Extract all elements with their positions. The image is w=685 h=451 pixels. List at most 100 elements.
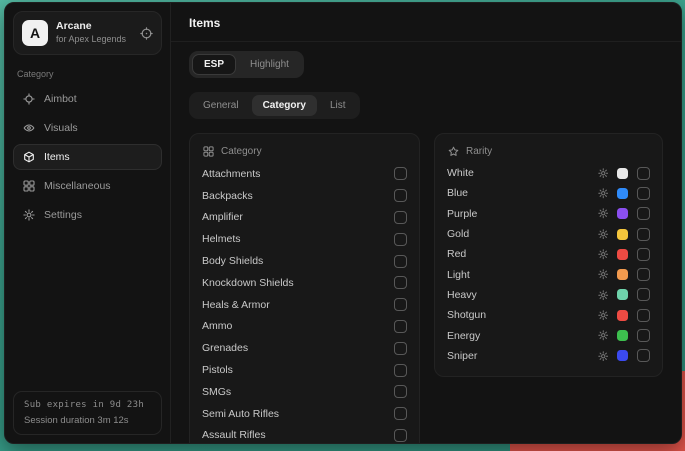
category-item-label: Heals & Armor: [202, 299, 270, 311]
gear-icon[interactable]: [598, 229, 609, 240]
checkbox-backpacks[interactable]: [394, 189, 407, 202]
checkbox-light[interactable]: [637, 268, 650, 281]
category-item-label: SMGs: [202, 386, 231, 398]
tab-list[interactable]: List: [319, 95, 357, 116]
color-swatch-energy[interactable]: [617, 330, 628, 341]
checkbox-grenades[interactable]: [394, 342, 407, 355]
gear-icon[interactable]: [598, 290, 609, 301]
color-swatch-heavy[interactable]: [617, 289, 628, 300]
category-row-attachments: Attachments: [202, 163, 407, 185]
category-item-label: Assault Rifles: [202, 429, 266, 441]
color-swatch-purple[interactable]: [617, 208, 628, 219]
checkbox-white[interactable]: [637, 167, 650, 180]
sidebar-item-label: Items: [44, 151, 70, 163]
checkbox-energy[interactable]: [637, 329, 650, 342]
checkbox-heals-armor[interactable]: [394, 298, 407, 311]
category-row-body-shields: Body Shields: [202, 250, 407, 272]
checkbox-assault-rifles[interactable]: [394, 429, 407, 442]
toggle-esp[interactable]: ESP: [192, 54, 236, 75]
checkbox-gold[interactable]: [637, 228, 650, 241]
rarity-row-controls: [598, 207, 651, 220]
color-swatch-light[interactable]: [617, 269, 628, 280]
gear-icon: [23, 209, 35, 221]
checkbox-smgs[interactable]: [394, 385, 407, 398]
rarity-item-label: Purple: [447, 208, 477, 220]
color-swatch-blue[interactable]: [617, 188, 628, 199]
rarity-row-shotgun: Shotgun: [447, 305, 650, 325]
checkbox-knockdown-shields[interactable]: [394, 276, 407, 289]
rarity-row-purple: Purple: [447, 204, 650, 224]
toggle-highlight[interactable]: Highlight: [238, 54, 301, 75]
gear-icon[interactable]: [598, 249, 609, 260]
category-item-label: Knockdown Shields: [202, 277, 294, 289]
gear-icon[interactable]: [598, 208, 609, 219]
rarity-item-label: White: [447, 167, 474, 179]
category-item-label: Body Shields: [202, 255, 263, 267]
category-item-label: Attachments: [202, 168, 260, 180]
category-row-helmets: Helmets: [202, 228, 407, 250]
rarity-list: WhiteBluePurpleGoldRedLightHeavyShotgunE…: [447, 163, 650, 366]
sidebar-item-settings[interactable]: Settings: [13, 202, 162, 228]
sidebar-item-visuals[interactable]: Visuals: [13, 115, 162, 141]
category-item-label: Semi Auto Rifles: [202, 408, 279, 420]
color-swatch-red[interactable]: [617, 249, 628, 260]
checkbox-semi-auto-rifles[interactable]: [394, 407, 407, 420]
gear-icon[interactable]: [598, 310, 609, 321]
gear-icon[interactable]: [598, 269, 609, 280]
app-title: Arcane: [56, 21, 126, 33]
tab-general[interactable]: General: [192, 95, 250, 116]
category-panel: Category AttachmentsBackpacksAmplifierHe…: [189, 133, 420, 443]
rarity-panel-title: Rarity: [466, 146, 492, 157]
rarity-item-label: Shotgun: [447, 309, 486, 321]
star-icon: [448, 146, 459, 157]
checkbox-attachments[interactable]: [394, 167, 407, 180]
rarity-panel: Rarity WhiteBluePurpleGoldRedLightHeavyS…: [434, 133, 663, 377]
checkbox-pistols[interactable]: [394, 364, 407, 377]
sidebar-item-aimbot[interactable]: Aimbot: [13, 86, 162, 112]
checkbox-amplifier[interactable]: [394, 211, 407, 224]
grid-icon: [203, 146, 214, 157]
sidebar-item-items[interactable]: Items: [13, 144, 162, 170]
category-row-semi-auto-rifles: Semi Auto Rifles: [202, 403, 407, 425]
crosshair-icon: [23, 93, 35, 105]
checkbox-heavy[interactable]: [637, 288, 650, 301]
panels: Category AttachmentsBackpacksAmplifierHe…: [189, 133, 663, 443]
rarity-row-controls: [598, 228, 651, 241]
checkbox-red[interactable]: [637, 248, 650, 261]
category-row-knockdown-shields: Knockdown Shields: [202, 272, 407, 294]
rarity-row-controls: [598, 167, 651, 180]
sidebar-item-miscellaneous[interactable]: Miscellaneous: [13, 173, 162, 199]
color-swatch-gold[interactable]: [617, 229, 628, 240]
tab-group: General Category List: [189, 92, 360, 119]
rarity-panel-header: Rarity: [448, 146, 649, 157]
cube-icon: [23, 151, 35, 163]
category-row-grenades: Grenades: [202, 337, 407, 359]
category-item-label: Helmets: [202, 233, 241, 245]
color-swatch-white[interactable]: [617, 168, 628, 179]
gear-icon[interactable]: [598, 330, 609, 341]
sidebar-item-label: Visuals: [44, 122, 78, 134]
category-panel-title: Category: [221, 146, 262, 157]
gear-icon[interactable]: [598, 351, 609, 362]
category-item-label: Pistols: [202, 364, 233, 376]
checkbox-body-shields[interactable]: [394, 255, 407, 268]
checkbox-helmets[interactable]: [394, 233, 407, 246]
checkbox-sniper[interactable]: [637, 349, 650, 362]
checkbox-blue[interactable]: [637, 187, 650, 200]
sidebar-item-label: Settings: [44, 209, 82, 221]
rarity-item-label: Energy: [447, 330, 480, 342]
main-content: Items ESP Highlight General Category Lis…: [171, 3, 681, 443]
sidebar-section-label: Category: [17, 69, 158, 79]
checkbox-ammo[interactable]: [394, 320, 407, 333]
rarity-row-controls: [598, 329, 651, 342]
rarity-row-controls: [598, 288, 651, 301]
checkbox-purple[interactable]: [637, 207, 650, 220]
checkbox-shotgun[interactable]: [637, 309, 650, 322]
gear-icon[interactable]: [598, 168, 609, 179]
crosshair-target-icon[interactable]: [140, 27, 153, 40]
color-swatch-sniper[interactable]: [617, 350, 628, 361]
rarity-row-blue: Blue: [447, 183, 650, 203]
tab-category[interactable]: Category: [252, 95, 317, 116]
color-swatch-shotgun[interactable]: [617, 310, 628, 321]
gear-icon[interactable]: [598, 188, 609, 199]
